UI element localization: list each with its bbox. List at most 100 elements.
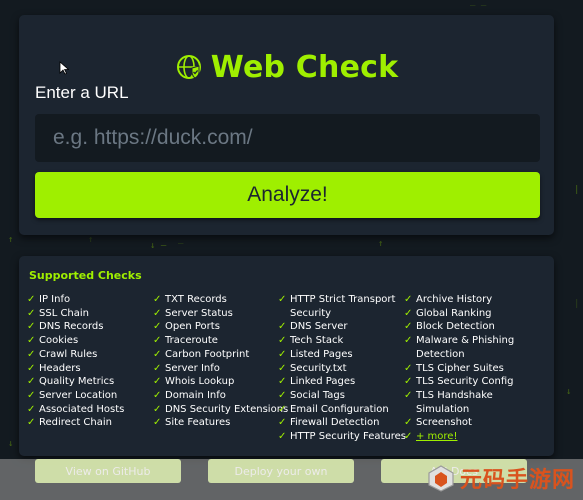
check-icon: ✓ [404, 362, 413, 374]
list-item: ✓ Server Location [27, 389, 118, 401]
list-item: ✓ Linked Pages [278, 376, 356, 388]
list-item: ✓ TXT Records [153, 294, 227, 305]
url-label: Enter a URL [35, 83, 129, 102]
list-item: ✓ Global Ranking [404, 307, 492, 319]
bg-decoration: — [178, 239, 184, 249]
list-item: ✓ Redirect Chain [27, 417, 112, 429]
more-item: ✓ + more! [404, 430, 526, 444]
list-item: ✓ Server Status [153, 307, 233, 319]
list-item: ✓ Archive History [404, 294, 493, 305]
list-item: ✓ Site Features [153, 417, 231, 429]
list-item: ✓ Headers [27, 362, 81, 374]
list-item: ✓ IP Info [27, 294, 71, 305]
check-icon: ✓ [278, 362, 287, 374]
check-icon: ✓ [404, 294, 413, 305]
check-icon: ✓ [27, 389, 36, 401]
list-item: ✓ HTTP Strict Transport Security [278, 294, 396, 319]
watermark-logo-icon [428, 465, 454, 492]
list-item: ✓ Email Configuration [278, 403, 389, 415]
checks-column-2: ✓ TXT Records ✓ Server Status ✓ Open Ports … [153, 293, 288, 430]
watermark: 元码手游网 [426, 462, 575, 494]
list-item: ✓ Cookies [27, 335, 79, 347]
checks-column-4: ✓ Archive History ✓ Global Ranking ✓ Block … [404, 293, 526, 444]
check-icon: ✓ [278, 321, 287, 333]
list-item: ✓ Whois Lookup [153, 376, 235, 388]
supported-checks-card: Supported Checks ✓ IP Info ✓ SSL Chain ✓ DN… [19, 256, 554, 456]
bg-decoration: — — [470, 1, 487, 11]
list-item: ✓ Firewall Detection [278, 417, 380, 429]
check-icon: ✓ [278, 335, 287, 347]
list-item: ✓ Screenshot [404, 417, 472, 429]
check-icon: ✓ [404, 389, 413, 401]
view-on-github-button[interactable]: View on GitHub [35, 459, 181, 483]
list-item: ✓ Carbon Footprint [153, 348, 250, 360]
check-icon: ✓ [278, 348, 287, 360]
check-icon: ✓ [278, 403, 287, 415]
bg-decoration: ↓ [566, 387, 572, 397]
check-icon: ✓ [404, 431, 413, 443]
check-icon: ✓ [153, 335, 162, 347]
check-icon: ✓ [27, 294, 36, 305]
checks-column-3: ✓ HTTP Strict Transport Security ✓ DNS Ser… [278, 293, 406, 444]
check-icon: ✓ [153, 362, 162, 374]
bg-decoration: ↑ [378, 239, 384, 249]
page: ↑ ↑ ↓ — — ↑ | | ↓ — — ↓ Web Check Enter … [0, 0, 583, 500]
check-icon: ✓ [278, 376, 287, 388]
url-input[interactable] [35, 114, 540, 162]
supported-checks-title: Supported Checks [29, 269, 142, 282]
check-icon: ✓ [153, 403, 162, 415]
bg-decoration: | [574, 299, 580, 309]
list-item: ✓ Tech Stack [278, 335, 344, 347]
list-item: ✓ Block Detection [404, 321, 495, 333]
bg-decoration: | [574, 185, 580, 195]
globe-shield-icon [176, 55, 201, 79]
check-icon: ✓ [27, 321, 36, 333]
check-icon: ✓ [404, 321, 413, 333]
url-card: Web Check Enter a URL Analyze! [19, 15, 554, 235]
check-icon: ✓ [27, 417, 36, 429]
bg-decoration: ↓ — [150, 241, 167, 251]
checks-column-1: ✓ IP Info ✓ SSL Chain ✓ DNS Records ✓ Cookie… [27, 293, 149, 430]
list-item: ✓ Crawl Rules [27, 348, 98, 360]
list-item: ✓ TLS Security Config [404, 376, 514, 388]
check-icon: ✓ [27, 362, 36, 374]
check-icon: ✓ [278, 417, 287, 429]
check-icon: ✓ [153, 307, 162, 319]
check-icon: ✓ [153, 417, 162, 429]
check-icon: ✓ [27, 335, 36, 347]
list-item: ✓ Server Info [153, 362, 220, 374]
check-icon: ✓ [278, 294, 287, 305]
check-icon: ✓ [153, 321, 162, 333]
bg-decoration: ↓ [8, 439, 14, 449]
list-item: ✓ Listed Pages [278, 348, 353, 360]
list-item: ✓ Malware & Phishing Detection [404, 335, 515, 360]
check-icon: ✓ [153, 294, 162, 305]
list-item: ✓ Domain Info [153, 389, 226, 401]
list-item: ✓ Security.txt [278, 362, 347, 374]
more-checks-link[interactable]: + more! [416, 430, 526, 444]
check-icon: ✓ [278, 389, 287, 401]
list-item: ✓ Social Tags [278, 389, 345, 401]
check-icon: ✓ [278, 431, 287, 443]
list-item: ✓ DNS Server [278, 321, 348, 333]
page-title: Web Check [210, 49, 399, 85]
bg-decoration: ↑ [88, 235, 94, 245]
check-icon: ✓ [27, 376, 36, 388]
list-item: ✓ SSL Chain [27, 307, 90, 319]
list-item: ✓ TLS Cipher Suites [404, 362, 504, 374]
check-icon: ✓ [404, 417, 413, 429]
deploy-your-own-button[interactable]: Deploy your own [208, 459, 354, 483]
check-icon: ✓ [27, 348, 36, 360]
check-icon: ✓ [27, 403, 36, 415]
bg-decoration: ↑ [8, 235, 14, 245]
check-icon: ✓ [153, 376, 162, 388]
check-icon: ✓ [404, 307, 413, 319]
check-icon: ✓ [153, 389, 162, 401]
list-item: ✓ Open Ports [153, 321, 220, 333]
watermark-text: 元码手游网 [459, 468, 575, 493]
analyze-button[interactable]: Analyze! [35, 172, 540, 218]
list-item: ✓ Traceroute [153, 335, 218, 347]
check-icon: ✓ [404, 376, 413, 388]
list-item: ✓ TLS Handshake Simulation [404, 389, 493, 415]
check-icon: ✓ [404, 335, 413, 347]
